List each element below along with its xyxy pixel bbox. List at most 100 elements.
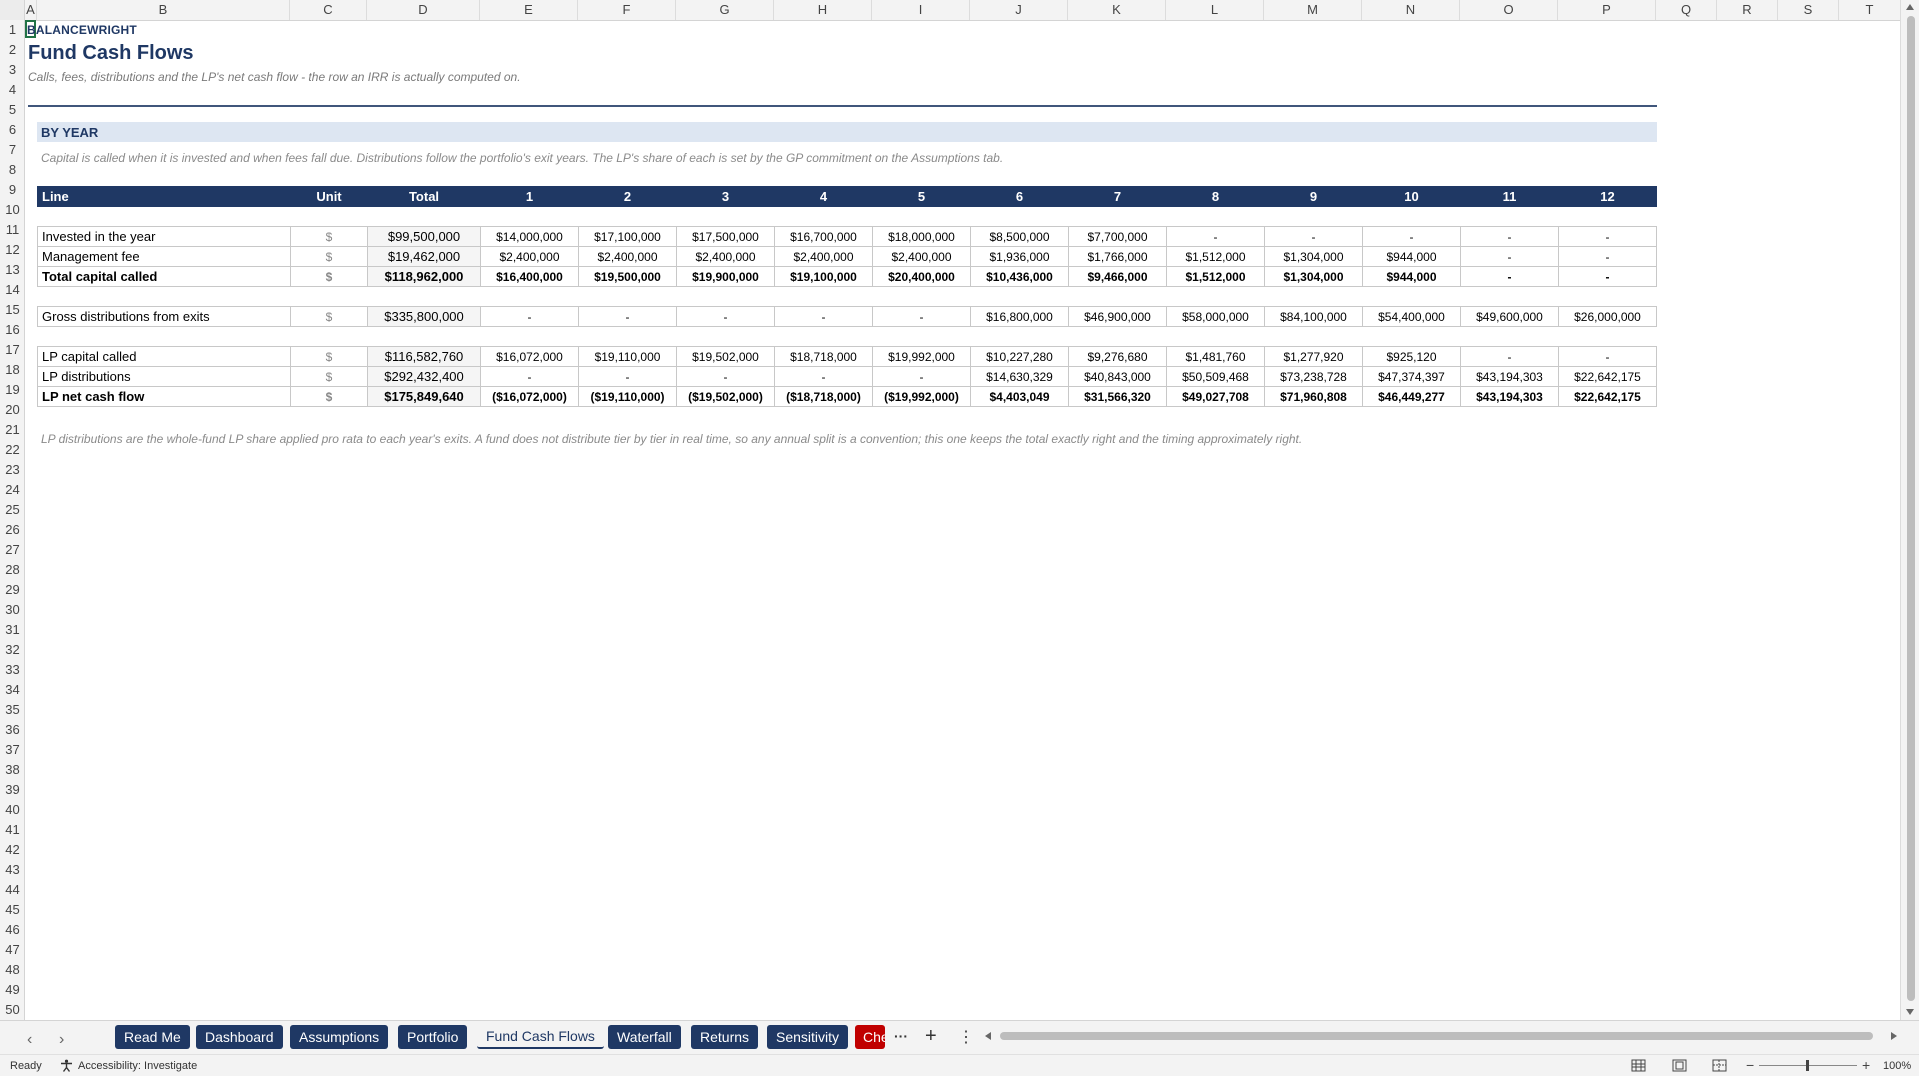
row-header[interactable]: 19 [0,380,25,400]
tab-portfolio[interactable]: Portfolio [398,1025,468,1049]
row-header[interactable]: 16 [0,320,25,340]
year-value-cell[interactable]: $22,642,175 [1558,386,1657,407]
year-value-cell[interactable]: - [872,366,971,387]
year-value-cell[interactable]: $10,227,280 [970,346,1069,367]
total-cell[interactable]: $116,582,760 [367,346,481,367]
year-value-cell[interactable]: $8,500,000 [970,226,1069,247]
select-all-corner[interactable] [0,0,25,20]
year-value-cell[interactable]: $1,481,760 [1166,346,1265,367]
tab-waterfall[interactable]: Waterfall [608,1025,681,1049]
year-value-cell[interactable]: $925,120 [1362,346,1461,367]
year-value-cell[interactable]: $40,843,000 [1068,366,1167,387]
more-sheets-icon[interactable]: ··· [894,1028,908,1044]
row-header[interactable]: 43 [0,860,25,880]
year-value-cell[interactable]: $19,110,000 [578,346,677,367]
vertical-scroll-thumb[interactable] [1907,16,1915,1001]
year-value-cell[interactable]: $2,400,000 [774,246,873,267]
row-header[interactable]: 28 [0,560,25,580]
year-value-cell[interactable]: $14,000,000 [480,226,579,247]
row-header[interactable]: 46 [0,920,25,940]
column-header-i[interactable]: I [872,0,970,20]
normal-view-icon[interactable] [1631,1059,1646,1072]
total-cell[interactable]: $335,800,000 [367,306,481,327]
scroll-up-icon[interactable] [1905,3,1915,11]
row-header[interactable]: 11 [0,220,25,240]
year-value-cell[interactable]: $17,500,000 [676,226,775,247]
tab-assumptions[interactable]: Assumptions [290,1025,389,1049]
row-header[interactable]: 39 [0,780,25,800]
row-label-cell[interactable]: LP net cash flow [37,386,291,407]
year-value-cell[interactable]: - [1460,346,1559,367]
header-cell[interactable]: 7 [1068,186,1167,207]
year-value-cell[interactable]: ($19,992,000) [872,386,971,407]
column-header-o[interactable]: O [1460,0,1558,20]
year-value-cell[interactable]: - [1362,226,1461,247]
year-value-cell[interactable]: - [676,366,775,387]
year-value-cell[interactable]: $1,304,000 [1264,246,1363,267]
year-value-cell[interactable]: $20,400,000 [872,266,971,287]
year-value-cell[interactable]: - [1460,246,1559,267]
row-header[interactable]: 32 [0,640,25,660]
scroll-left-icon[interactable] [984,1031,992,1041]
year-value-cell[interactable]: $43,194,303 [1460,366,1559,387]
header-cell[interactable]: 10 [1362,186,1461,207]
year-value-cell[interactable]: $2,400,000 [480,246,579,267]
year-value-cell[interactable]: $17,100,000 [578,226,677,247]
row-header[interactable]: 2 [0,40,25,60]
row-header[interactable]: 8 [0,160,25,180]
year-value-cell[interactable]: - [1460,266,1559,287]
year-value-cell[interactable]: $18,718,000 [774,346,873,367]
column-header-r[interactable]: R [1717,0,1778,20]
year-value-cell[interactable]: - [1264,226,1363,247]
row-header[interactable]: 17 [0,340,25,360]
year-value-cell[interactable]: $49,600,000 [1460,306,1559,327]
year-value-cell[interactable]: $19,502,000 [676,346,775,367]
header-cell[interactable]: Total [367,186,481,207]
year-value-cell[interactable]: - [1558,246,1657,267]
year-value-cell[interactable]: $46,900,000 [1068,306,1167,327]
row-header[interactable]: 26 [0,520,25,540]
year-value-cell[interactable]: $1,304,000 [1264,266,1363,287]
row-header[interactable]: 36 [0,720,25,740]
row-header[interactable]: 47 [0,940,25,960]
row-header[interactable]: 42 [0,840,25,860]
year-value-cell[interactable]: $2,400,000 [872,246,971,267]
total-cell[interactable]: $292,432,400 [367,366,481,387]
add-sheet-icon[interactable]: + [925,1025,937,1048]
year-value-cell[interactable]: $19,500,000 [578,266,677,287]
row-header[interactable]: 48 [0,960,25,980]
row-header[interactable]: 6 [0,120,25,140]
year-value-cell[interactable]: $14,630,329 [970,366,1069,387]
unit-cell[interactable]: $ [290,226,368,247]
column-header-g[interactable]: G [676,0,774,20]
column-header-s[interactable]: S [1778,0,1839,20]
row-header[interactable]: 34 [0,680,25,700]
row-header[interactable]: 37 [0,740,25,760]
row-header[interactable]: 13 [0,260,25,280]
year-value-cell[interactable]: - [480,366,579,387]
column-header-d[interactable]: D [367,0,480,20]
row-header[interactable]: 20 [0,400,25,420]
row-header[interactable]: 1 [0,20,25,40]
tab-checks[interactable]: Che [855,1025,885,1049]
accessibility-status[interactable]: Accessibility: Investigate [78,1060,197,1072]
row-header[interactable]: 10 [0,200,25,220]
year-value-cell[interactable]: - [1460,226,1559,247]
unit-cell[interactable]: $ [290,366,368,387]
year-value-cell[interactable]: $9,276,680 [1068,346,1167,367]
header-cell[interactable]: 2 [578,186,677,207]
row-header[interactable]: 41 [0,820,25,840]
row-label-cell[interactable]: LP capital called [37,346,291,367]
column-header-l[interactable]: L [1166,0,1264,20]
horizontal-scroll-thumb[interactable] [1000,1032,1873,1040]
year-value-cell[interactable]: $16,400,000 [480,266,579,287]
year-value-cell[interactable]: $71,960,808 [1264,386,1363,407]
unit-cell[interactable]: $ [290,266,368,287]
column-header-n[interactable]: N [1362,0,1460,20]
column-header-p[interactable]: P [1558,0,1656,20]
header-cell[interactable]: 12 [1558,186,1657,207]
row-header[interactable]: 35 [0,700,25,720]
year-value-cell[interactable]: - [1166,226,1265,247]
scroll-right-icon[interactable] [1890,1031,1898,1041]
year-value-cell[interactable]: $16,700,000 [774,226,873,247]
